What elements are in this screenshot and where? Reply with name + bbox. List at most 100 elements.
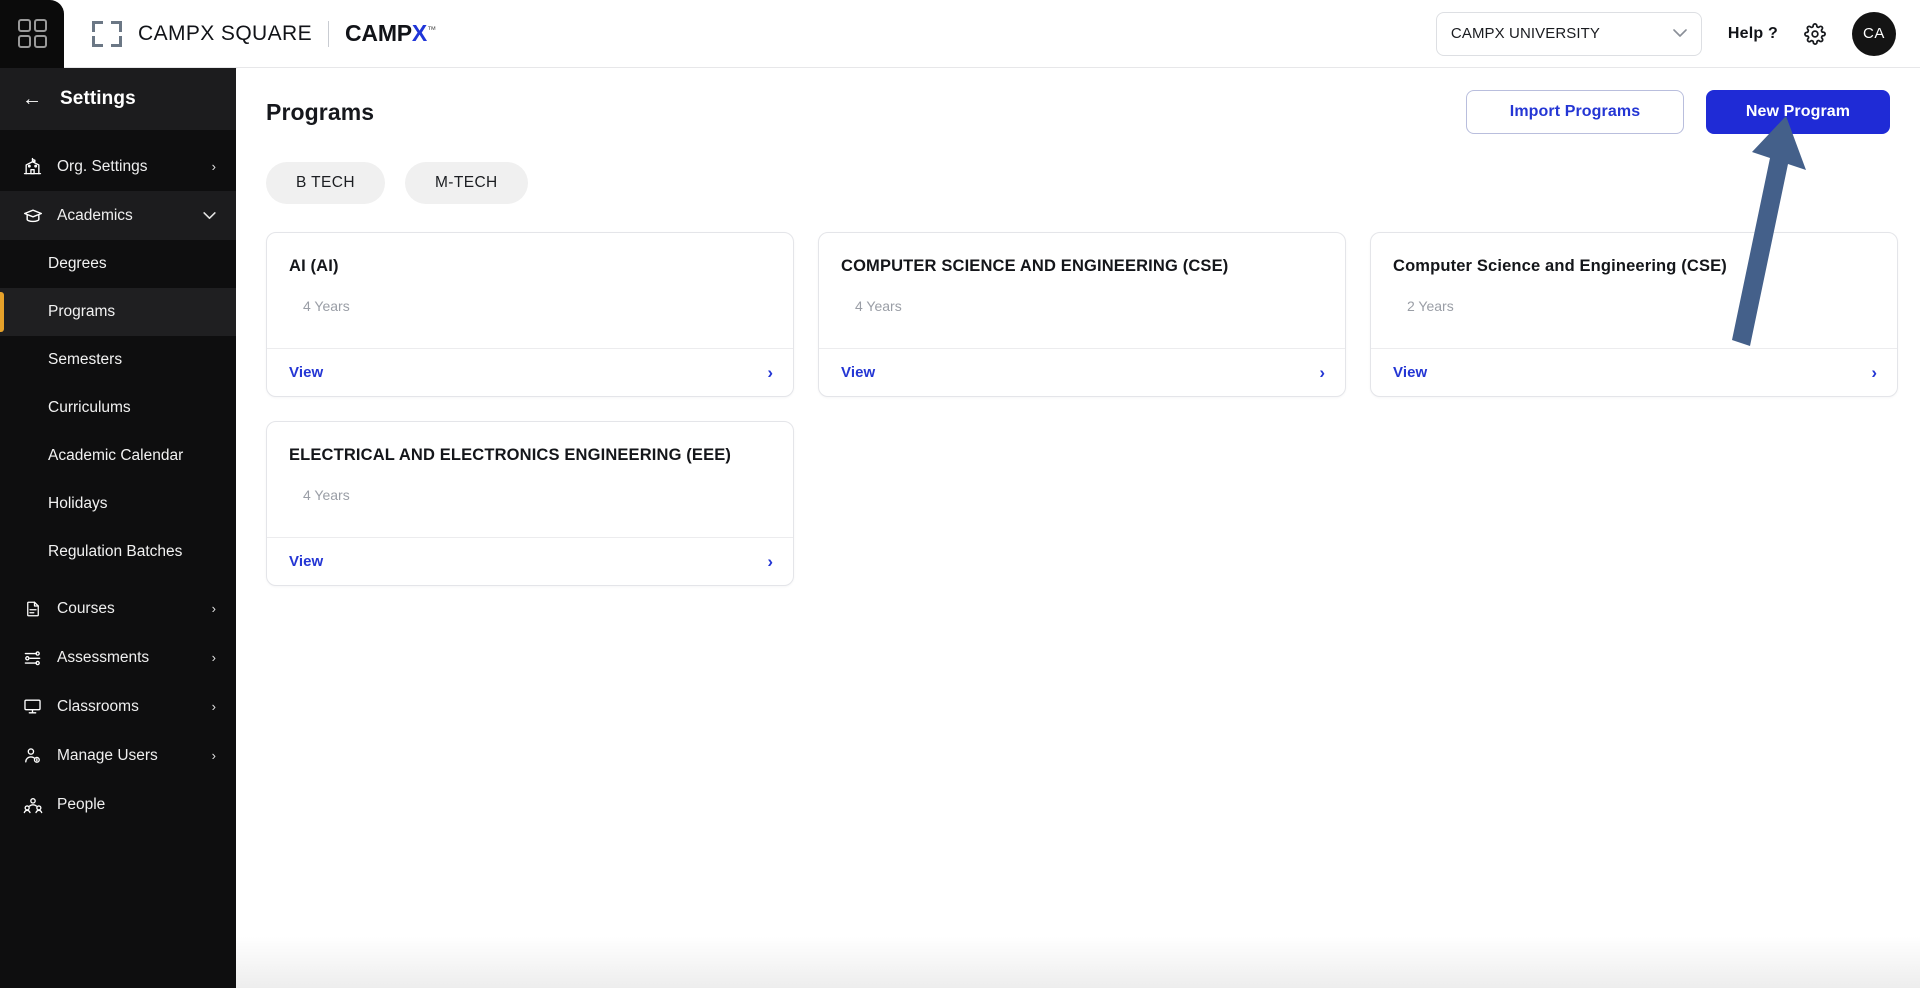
chevron-right-icon: › bbox=[1871, 362, 1877, 382]
chevron-right-icon: › bbox=[767, 551, 773, 571]
school-building-icon bbox=[22, 156, 43, 177]
view-link[interactable]: View bbox=[289, 364, 323, 381]
chip-b-tech[interactable]: B TECH bbox=[266, 162, 385, 204]
view-link[interactable]: View bbox=[289, 553, 323, 570]
sidebar-item-courses[interactable]: Courses › bbox=[0, 584, 236, 633]
back-arrow-icon[interactable]: ← bbox=[22, 89, 42, 109]
program-card-grid: AI (AI) 4 Years View › COMPUTER SCIENCE … bbox=[236, 204, 1920, 586]
brand-title: CAMPX SQUARE bbox=[138, 21, 312, 45]
program-card-footer[interactable]: View › bbox=[267, 537, 793, 585]
organization-select-value: CAMPX UNIVERSITY bbox=[1450, 25, 1601, 42]
chevron-right-icon: › bbox=[211, 601, 216, 616]
sidebar-item-label: Assessments bbox=[57, 648, 150, 666]
program-card-duration: 4 Years bbox=[303, 487, 350, 503]
monitor-icon bbox=[22, 696, 43, 717]
sidebar-item-curriculums[interactable]: Curriculums bbox=[0, 384, 236, 432]
sidebar-item-holidays[interactable]: Holidays bbox=[0, 480, 236, 528]
four-squares-logo-icon bbox=[17, 19, 47, 48]
sidebar-item-label: Curriculums bbox=[48, 399, 131, 416]
sidebar-item-label: Holidays bbox=[48, 495, 108, 512]
chevron-right-icon: › bbox=[211, 699, 216, 714]
top-header-right: CAMPX UNIVERSITY Help ? CA bbox=[1435, 11, 1920, 56]
sidebar-item-academic-calendar[interactable]: Academic Calendar bbox=[0, 432, 236, 480]
brand-trademark: ™ bbox=[427, 24, 436, 35]
organization-select[interactable]: CAMPX UNIVERSITY bbox=[1435, 11, 1702, 56]
chevron-right-icon: › bbox=[211, 748, 216, 763]
sidebar-item-label: Classrooms bbox=[57, 697, 139, 715]
sidebar-item-semesters[interactable]: Semesters bbox=[0, 336, 236, 384]
sliders-icon bbox=[22, 647, 43, 668]
app-root: CAMPX SQUARE CAMPX™ CAMPX UNIVERSITY Hel… bbox=[0, 0, 1920, 988]
program-card-duration: 4 Years bbox=[855, 298, 902, 314]
top-header-bar: CAMPX SQUARE CAMPX™ CAMPX UNIVERSITY Hel… bbox=[0, 0, 1920, 68]
new-program-button[interactable]: New Program bbox=[1706, 90, 1890, 134]
sidebar-item-label: Regulation Batches bbox=[48, 543, 183, 560]
brand-campx-x: X bbox=[411, 20, 428, 46]
sidebar-item-label: People bbox=[57, 795, 106, 813]
chip-m-tech[interactable]: M-TECH bbox=[404, 162, 528, 204]
gear-icon[interactable] bbox=[1804, 22, 1826, 45]
program-card-body: ELECTRICAL AND ELECTRONICS ENGINEERING (… bbox=[267, 422, 793, 537]
program-card-footer[interactable]: View › bbox=[267, 348, 793, 396]
chevron-right-icon: › bbox=[211, 650, 216, 665]
program-card-duration: 4 Years bbox=[303, 298, 350, 314]
import-programs-button[interactable]: Import Programs bbox=[1466, 90, 1684, 134]
program-card-title: COMPUTER SCIENCE AND ENGINEERING (CSE) bbox=[841, 257, 1229, 275]
sidebar-item-assessments[interactable]: Assessments › bbox=[0, 633, 236, 682]
sidebar-item-label: Programs bbox=[48, 303, 116, 320]
chevron-down-icon bbox=[203, 208, 216, 223]
help-link[interactable]: Help ? bbox=[1728, 25, 1778, 43]
user-settings-icon bbox=[22, 745, 43, 766]
sidebar-item-programs[interactable]: Programs bbox=[0, 288, 236, 336]
people-group-icon bbox=[22, 794, 43, 815]
sidebar-item-label: Academics bbox=[57, 206, 133, 224]
main-content: Programs Import Programs New Program B T… bbox=[236, 68, 1920, 988]
program-card-title: Computer Science and Engineering (CSE) bbox=[1393, 257, 1727, 275]
program-card[interactable]: AI (AI) 4 Years View › bbox=[266, 232, 794, 397]
page-title: Programs bbox=[266, 98, 375, 125]
sidebar-nav: Org. Settings › Academics Degrees Progra… bbox=[0, 130, 236, 829]
program-card-body: Computer Science and Engineering (CSE) 2… bbox=[1371, 233, 1897, 348]
sidebar-item-label: Manage Users bbox=[57, 746, 158, 764]
app-logo-tile[interactable] bbox=[0, 0, 64, 68]
sidebar-item-label: Org. Settings bbox=[57, 157, 148, 175]
square-bracket-icon bbox=[92, 20, 122, 47]
sidebar-item-label: Degrees bbox=[48, 255, 107, 272]
sidebar-item-people[interactable]: People bbox=[0, 780, 236, 829]
brand-campx-logo: CAMPX™ bbox=[345, 20, 436, 47]
program-card-body: COMPUTER SCIENCE AND ENGINEERING (CSE) 4… bbox=[819, 233, 1345, 348]
sidebar-header: ← Settings bbox=[0, 68, 236, 130]
sidebar-item-label: Academic Calendar bbox=[48, 447, 184, 464]
program-card-title: ELECTRICAL AND ELECTRONICS ENGINEERING (… bbox=[289, 446, 732, 464]
program-card[interactable]: COMPUTER SCIENCE AND ENGINEERING (CSE) 4… bbox=[818, 232, 1346, 397]
view-link[interactable]: View bbox=[841, 364, 875, 381]
avatar[interactable]: CA bbox=[1852, 11, 1896, 56]
brand-divider bbox=[328, 20, 329, 47]
sidebar-item-degrees[interactable]: Degrees bbox=[0, 240, 236, 288]
program-card-body: AI (AI) 4 Years bbox=[267, 233, 793, 348]
chevron-right-icon: › bbox=[767, 362, 773, 382]
program-card[interactable]: ELECTRICAL AND ELECTRONICS ENGINEERING (… bbox=[266, 421, 794, 586]
view-link[interactable]: View bbox=[1393, 364, 1427, 381]
sidebar-item-academics[interactable]: Academics bbox=[0, 191, 236, 240]
document-icon bbox=[22, 598, 43, 619]
sidebar-item-org-settings[interactable]: Org. Settings › bbox=[0, 142, 236, 191]
sidebar-item-label: Semesters bbox=[48, 351, 123, 368]
page-header: Programs Import Programs New Program bbox=[236, 68, 1920, 134]
program-card[interactable]: Computer Science and Engineering (CSE) 2… bbox=[1370, 232, 1898, 397]
sidebar-item-classrooms[interactable]: Classrooms › bbox=[0, 682, 236, 731]
sidebar-item-label: Courses bbox=[57, 599, 115, 617]
chevron-right-icon: › bbox=[1319, 362, 1325, 382]
brand-area: CAMPX SQUARE CAMPX™ bbox=[92, 20, 436, 47]
sidebar-item-manage-users[interactable]: Manage Users › bbox=[0, 731, 236, 780]
sidebar-item-regulation-batches[interactable]: Regulation Batches bbox=[0, 528, 236, 576]
chevron-right-icon: › bbox=[211, 159, 216, 174]
program-card-duration: 2 Years bbox=[1407, 298, 1454, 314]
program-card-title: AI (AI) bbox=[289, 257, 339, 275]
program-card-footer[interactable]: View › bbox=[1371, 348, 1897, 396]
sidebar: ← Settings Org. Settings › Academics Deg… bbox=[0, 68, 236, 988]
page-header-actions: Import Programs New Program bbox=[1466, 90, 1890, 134]
program-card-footer[interactable]: View › bbox=[819, 348, 1345, 396]
